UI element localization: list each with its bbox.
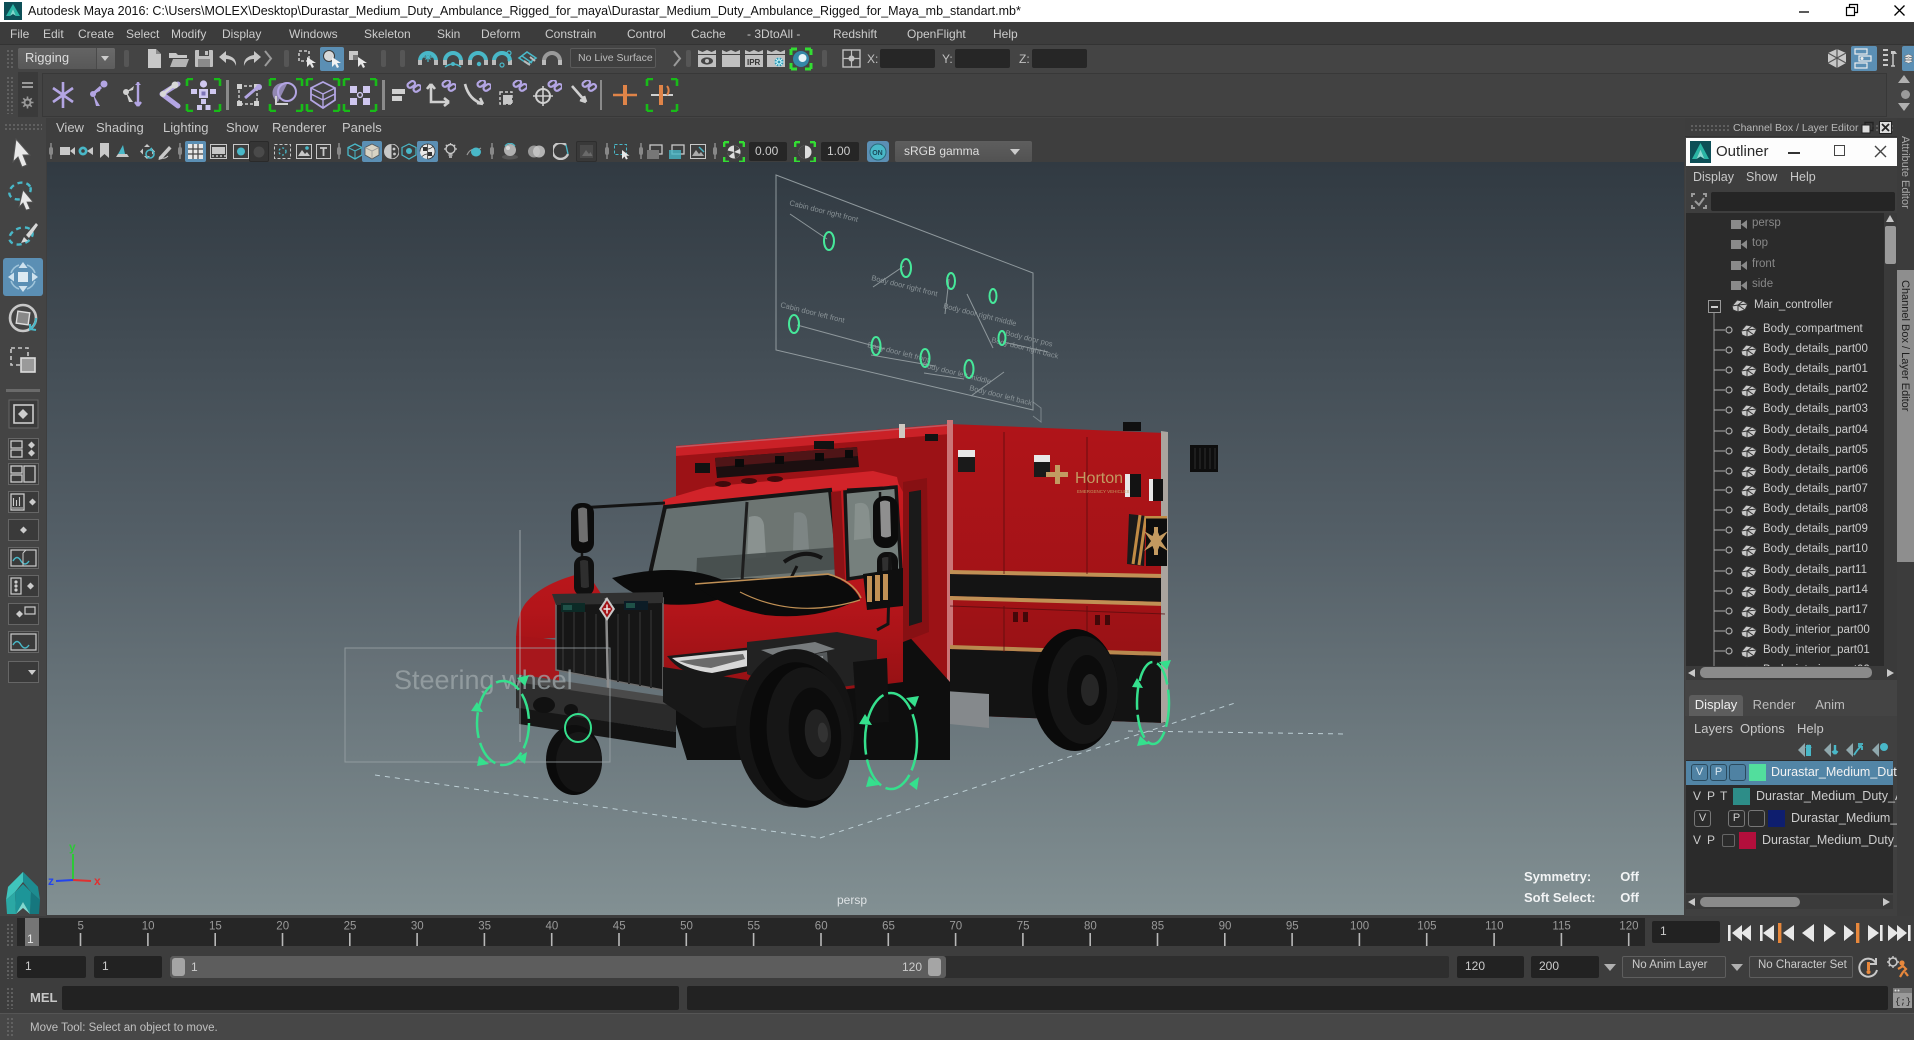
svg-text:Off: Off — [1620, 890, 1639, 905]
svg-text:65: 65 — [882, 921, 895, 933]
svg-text:75: 75 — [1017, 921, 1030, 933]
svg-text:100: 100 — [1350, 921, 1369, 933]
svg-text:15: 15 — [209, 921, 222, 933]
svg-text:persp: persp — [837, 893, 867, 907]
svg-text:115: 115 — [1552, 921, 1570, 933]
svg-text:35: 35 — [478, 921, 491, 933]
svg-text:85: 85 — [1151, 921, 1164, 933]
svg-text:110: 110 — [1485, 921, 1503, 933]
svg-text:ON: ON — [872, 150, 883, 157]
svg-text:30: 30 — [411, 921, 424, 933]
svg-text:Steering wheel: Steering wheel — [394, 665, 573, 695]
svg-text:Symmetry:: Symmetry: — [1524, 869, 1591, 884]
svg-text:10: 10 — [142, 921, 155, 933]
svg-text:80: 80 — [1084, 921, 1097, 933]
svg-text:IPR: IPR — [747, 58, 761, 67]
svg-text:EMERGENCY VEHICLES: EMERGENCY VEHICLES — [1077, 489, 1129, 494]
svg-text:20: 20 — [276, 921, 289, 933]
svg-text:y: y — [69, 840, 76, 854]
svg-text:95: 95 — [1286, 921, 1299, 933]
svg-text:Off: Off — [1620, 869, 1639, 884]
svg-text:120: 120 — [1619, 921, 1638, 933]
svg-text:5: 5 — [77, 921, 83, 933]
svg-text:55: 55 — [747, 921, 760, 933]
svg-text:70: 70 — [949, 921, 962, 933]
svg-text:45: 45 — [613, 921, 626, 933]
svg-text:Soft Select:: Soft Select: — [1524, 890, 1596, 905]
svg-text:105: 105 — [1417, 921, 1436, 933]
svg-text:90: 90 — [1219, 921, 1232, 933]
svg-text:Horton: Horton — [1075, 470, 1123, 487]
svg-text:60: 60 — [815, 921, 828, 933]
svg-text:40: 40 — [546, 921, 559, 933]
svg-text:{;}: {;} — [1895, 997, 1911, 1007]
svg-text:50: 50 — [680, 921, 693, 933]
svg-text:x: x — [94, 874, 101, 888]
svg-text:25: 25 — [344, 921, 357, 933]
svg-text:z: z — [48, 874, 54, 888]
